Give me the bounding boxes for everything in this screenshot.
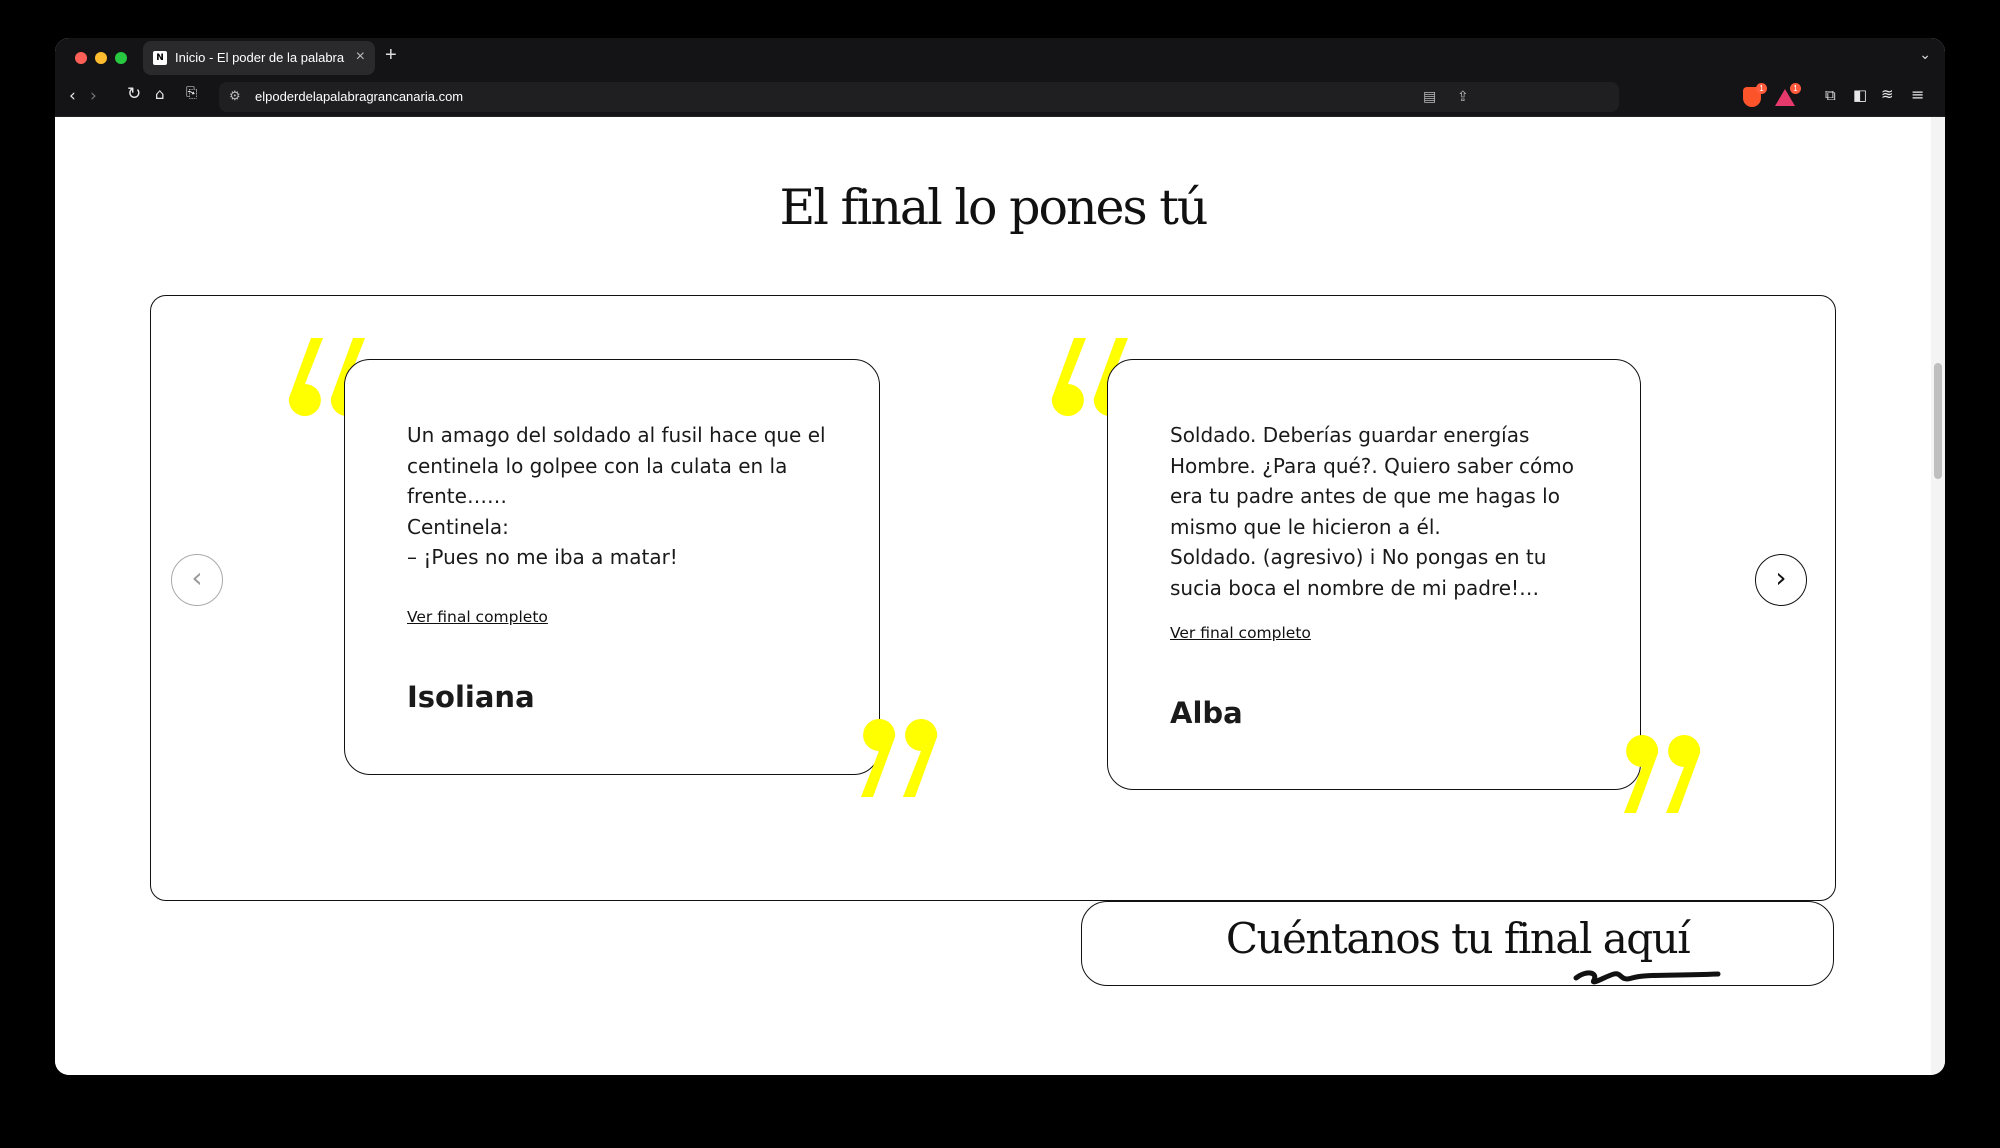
browser-toolbar: ‹ › ↻ ⌂ ⎘ ⚙ elpoderdelapalabragrancanari… [55,78,1945,117]
close-quote-icon [861,719,938,797]
site-favicon-icon: N [153,51,167,65]
close-tab-icon[interactable]: × [356,48,365,66]
see-full-ending-link[interactable]: Ver final completo [407,608,548,626]
tab-bar: N Inicio - El poder de la palabra × + ⌄ [55,38,1945,78]
home-icon[interactable]: ⌂ [155,85,165,103]
scrollbar-thumb[interactable] [1934,363,1942,479]
share-icon[interactable]: ⇪ [1457,88,1469,105]
site-info-icon[interactable]: ⚙ [229,88,241,104]
card-author: Alba [1170,696,1243,730]
ending-card: Un amago del soldado al fusil hace que e… [344,359,880,775]
maximize-window-button[interactable] [115,52,127,64]
minimize-window-button[interactable] [95,52,107,64]
extensions-icon[interactable]: ⧉ [1825,86,1836,104]
section-title: El final lo pones tú [779,179,1209,236]
carousel-prev-button[interactable]: ‹ [171,554,223,606]
shields-badge: 1 [1756,83,1767,94]
new-tab-icon[interactable]: + [385,44,397,67]
menu-icon[interactable]: ≡ [1911,85,1924,104]
close-window-button[interactable] [75,52,87,64]
reader-mode-icon[interactable]: ▤ [1423,88,1436,105]
browser-tab[interactable]: N Inicio - El poder de la palabra × [143,41,375,75]
tab-title: Inicio - El poder de la palabra [175,50,345,65]
forward-icon[interactable]: › [90,86,97,106]
cta-label: Cuéntanos tu final aquí [1225,914,1691,963]
reload-icon[interactable]: ↻ [127,84,141,104]
card-author: Isoliana [407,680,535,714]
bookmark-icon[interactable]: ⎘ [186,85,197,101]
rewards-badge: 1 [1790,83,1801,94]
vpn-icon[interactable]: ≋ [1881,85,1894,103]
close-quote-icon [1624,735,1701,813]
address-bar[interactable]: ⚙ elpoderdelapalabragrancanaria.com ▤ ⇪ [219,82,1619,112]
url-text[interactable]: elpoderdelapalabragrancanaria.com [255,89,463,104]
sidebar-icon[interactable]: ◧ [1853,86,1867,104]
tab-list-chevron-icon[interactable]: ⌄ [1919,46,1931,63]
scribble-underline-icon [1573,970,1721,985]
endings-carousel: ‹ › Un amago del soldado al fusil hace q… [150,295,1836,901]
tell-your-ending-button[interactable]: Cuéntanos tu final aquí [1081,901,1834,986]
brave-shields-icon[interactable]: 1 [1743,83,1767,107]
page-scrollbar[interactable] [1931,117,1945,1075]
brave-rewards-icon[interactable]: 1 [1775,83,1801,106]
browser-window: N Inicio - El poder de la palabra × + ⌄ … [55,38,1945,1075]
ending-card: Soldado. Deberías guardar energías Hombr… [1107,359,1641,790]
carousel-next-button[interactable]: › [1755,554,1807,606]
back-icon[interactable]: ‹ [69,86,76,106]
card-excerpt: Un amago del soldado al fusil hace que e… [407,423,826,569]
web-page: El final lo pones tú ‹ › Un amago del so… [55,117,1931,1075]
see-full-ending-link[interactable]: Ver final completo [1170,624,1311,642]
card-excerpt: Soldado. Deberías guardar energías Hombr… [1170,423,1574,600]
